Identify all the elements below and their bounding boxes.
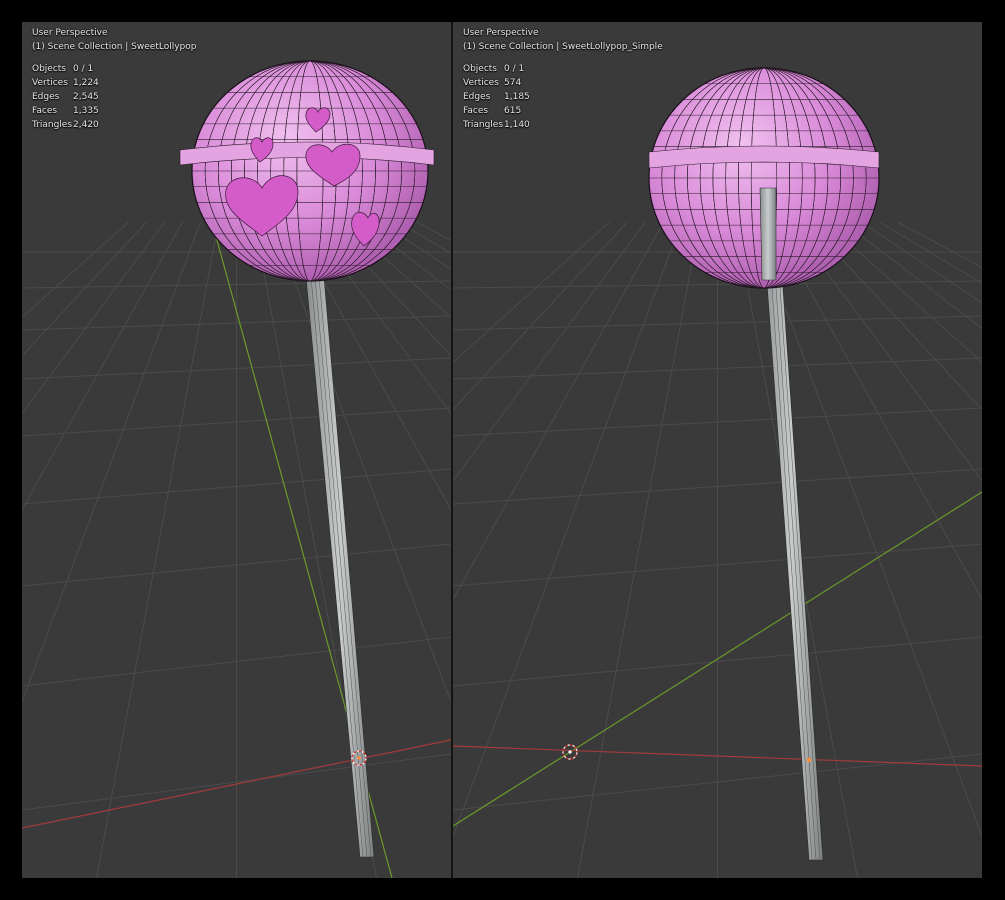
view-title: User Perspective: [463, 28, 539, 38]
stat-row-edges: Edges 2,545: [32, 90, 196, 104]
stat-label: Faces: [463, 106, 489, 116]
viewport-right[interactable]: User Perspective (1) Scene Collection | …: [453, 22, 982, 878]
stat-label: Triangles: [463, 120, 504, 130]
stat-row-faces: Faces 615: [463, 104, 663, 118]
grid-floor: [453, 221, 982, 878]
stat-value: 1,335: [73, 106, 99, 116]
stat-value: 1,185: [504, 92, 530, 102]
stick-top: [759, 187, 777, 281]
stat-label: Triangles: [32, 120, 73, 130]
stat-row-vertices: Vertices 1,224: [32, 76, 196, 90]
collection-label: (1) Scene Collection | SweetLollypop_Sim…: [463, 42, 663, 52]
stat-value: 2,545: [73, 92, 99, 102]
stat-value: 0 / 1: [73, 64, 94, 74]
stat-row-faces: Faces 1,335: [32, 104, 196, 118]
stat-row-objects: Objects 0 / 1: [463, 62, 663, 76]
collection-label: (1) Scene Collection | SweetLollypop: [32, 42, 197, 52]
stat-label: Edges: [32, 92, 60, 102]
grid-floor: [22, 221, 451, 878]
stat-value: 1,224: [73, 78, 99, 88]
viewport-right-scene[interactable]: [453, 22, 982, 878]
viewport-info: User Perspective (1) Scene Collection | …: [463, 26, 663, 132]
viewport-left[interactable]: User Perspective (1) Scene Collection | …: [22, 22, 451, 878]
stat-label: Edges: [463, 92, 491, 102]
stat-row-triangles: Triangles 2,420: [32, 118, 196, 132]
stat-row-edges: Edges 1,185: [463, 90, 663, 104]
stat-label: Vertices: [32, 78, 68, 88]
stat-value: 615: [504, 106, 522, 116]
stat-value: 1,140: [504, 120, 530, 130]
stat-value: 574: [504, 78, 522, 88]
viewport-info: User Perspective (1) Scene Collection | …: [32, 26, 196, 132]
stat-value: 2,420: [73, 120, 99, 130]
stick: [305, 276, 375, 858]
stat-label: Objects: [32, 64, 67, 74]
object-origin-dot: [806, 757, 812, 763]
stat-row-vertices: Vertices 574: [463, 76, 663, 90]
stat-row-triangles: Triangles 1,140: [463, 118, 663, 132]
stat-label: Faces: [32, 106, 58, 116]
stats-panel: Objects 0 / 1 Vertices 1,224 Edges 2,545 Fa…: [32, 62, 196, 132]
view-title: User Perspective: [32, 28, 108, 38]
stat-label: Objects: [463, 64, 498, 74]
stats-panel: Objects 0 / 1 Vertices 574 Edges 1,185 Face…: [463, 62, 663, 132]
viewport-left-scene[interactable]: [22, 22, 451, 878]
origin-marker[interactable]: [562, 744, 578, 760]
stat-row-objects: Objects 0 / 1: [32, 62, 196, 76]
stat-value: 0 / 1: [504, 64, 525, 74]
stat-label: Vertices: [463, 78, 499, 88]
